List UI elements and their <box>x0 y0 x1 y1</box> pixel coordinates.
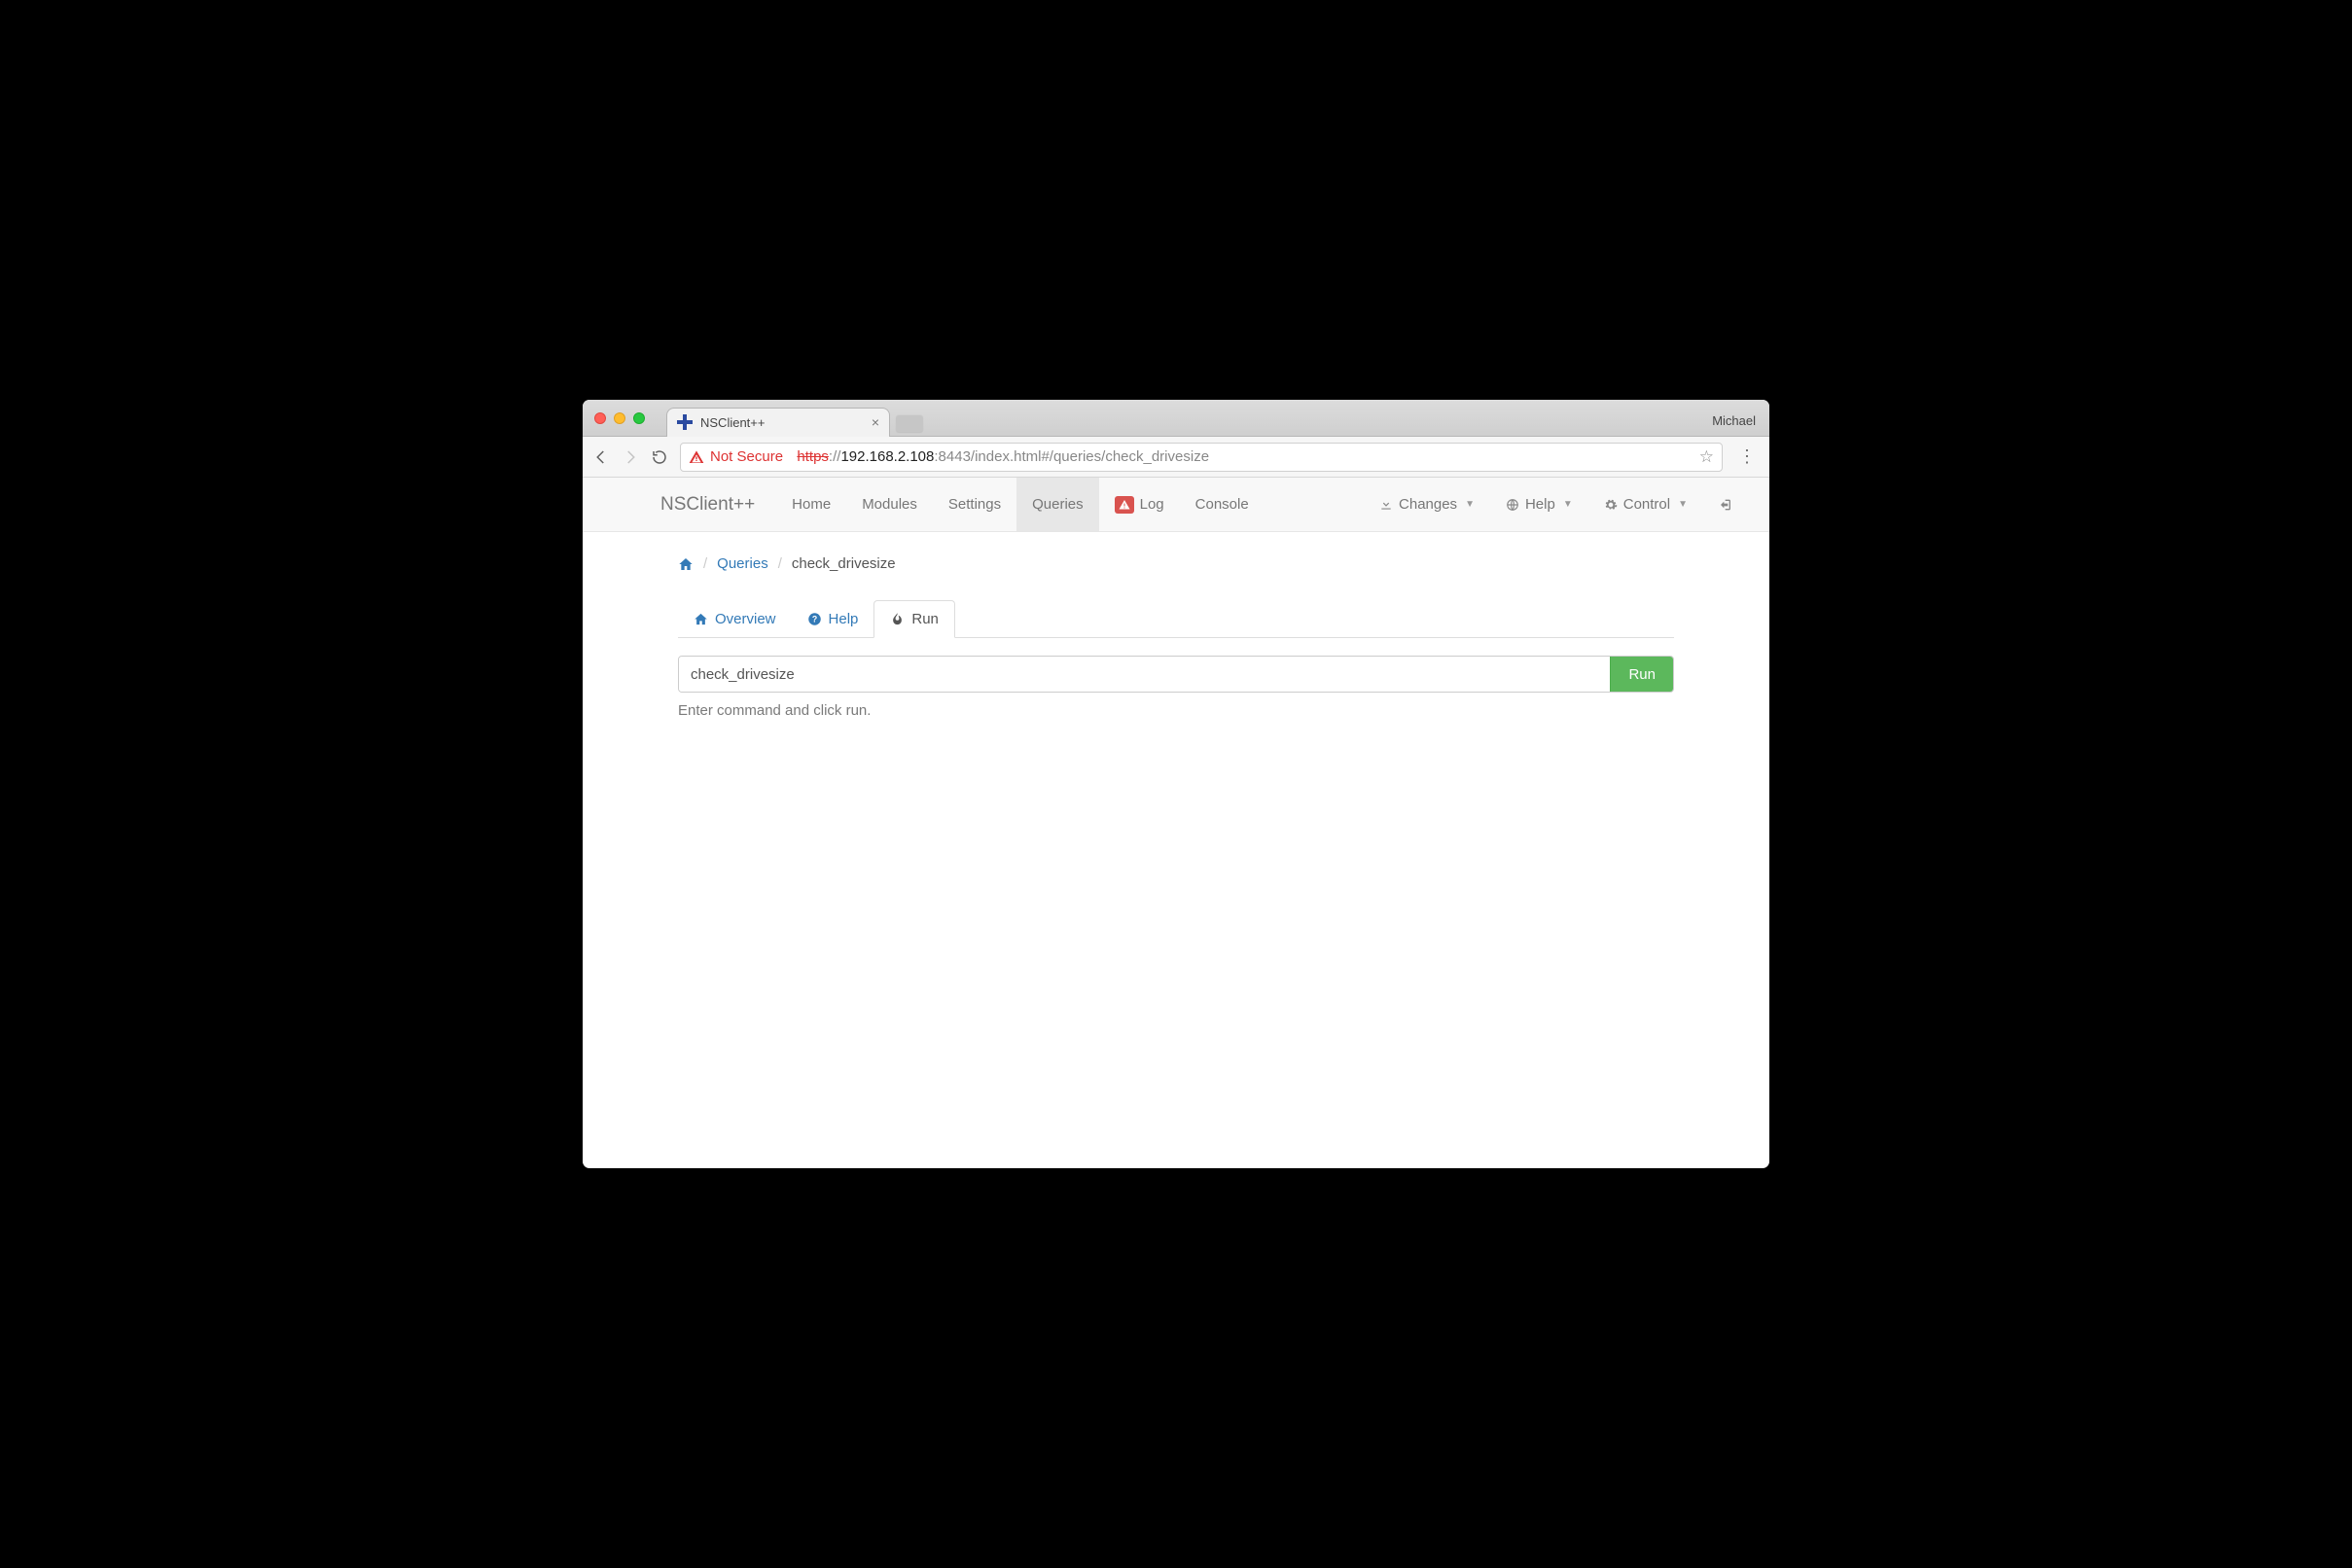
run-button[interactable]: Run <box>1610 657 1673 692</box>
nav-modules[interactable]: Modules <box>846 478 933 531</box>
window-zoom-button[interactable] <box>633 412 645 424</box>
window-controls <box>583 412 657 424</box>
browser-tab-bar: NSClient++ × Michael <box>583 400 1769 437</box>
breadcrumb-sep: / <box>703 555 707 572</box>
run-help-text: Enter command and click run. <box>678 702 1674 719</box>
warning-badge-icon <box>1115 496 1134 514</box>
window-close-button[interactable] <box>594 412 606 424</box>
nav-help[interactable]: Help▼ <box>1490 478 1588 531</box>
new-tab-button[interactable] <box>896 414 923 432</box>
nav-control[interactable]: Control▼ <box>1588 478 1703 531</box>
home-icon <box>694 612 708 626</box>
breadcrumb-home-icon[interactable] <box>678 556 694 572</box>
browser-window: NSClient++ × Michael Not Secure https://… <box>583 400 1769 1168</box>
command-input[interactable] <box>679 657 1610 692</box>
nav-home[interactable]: Home <box>776 478 846 531</box>
subtab-help[interactable]: ? Help <box>792 600 874 638</box>
subtab-run[interactable]: Run <box>873 600 955 638</box>
browser-toolbar: Not Secure https://192.168.2.108:8443/in… <box>583 437 1769 478</box>
app-navbar: NSClient++ Home Modules Settings Queries… <box>583 478 1769 532</box>
tab-close-icon[interactable]: × <box>872 414 879 430</box>
run-input-group: Run <box>678 656 1674 693</box>
back-button[interactable] <box>592 448 610 466</box>
bookmark-star-icon[interactable]: ☆ <box>1699 447 1714 467</box>
warning-triangle-icon <box>689 449 704 465</box>
not-secure-label: Not Secure <box>710 448 783 465</box>
breadcrumb-queries[interactable]: Queries <box>717 555 768 572</box>
forward-button <box>622 448 639 466</box>
reload-button[interactable] <box>651 448 668 466</box>
subtab-bar: Overview ? Help Run <box>678 599 1674 638</box>
window-minimize-button[interactable] <box>614 412 625 424</box>
breadcrumb-sep: / <box>778 555 782 572</box>
security-warning: Not Secure <box>689 448 783 465</box>
browser-menu-icon[interactable]: ⋮ <box>1734 446 1760 467</box>
logout-icon <box>1719 497 1734 513</box>
browser-tab-title: NSClient++ <box>700 415 864 430</box>
globe-icon <box>1506 498 1519 512</box>
nav-queries[interactable]: Queries <box>1016 478 1099 531</box>
svg-text:?: ? <box>811 615 816 624</box>
nav-logout[interactable] <box>1703 478 1750 531</box>
url-text: https://192.168.2.108:8443/index.html#/q… <box>789 448 1209 465</box>
breadcrumb: / Queries / check_drivesize <box>678 555 1674 572</box>
subtab-overview[interactable]: Overview <box>678 600 792 638</box>
page-content: / Queries / check_drivesize Overview ? H… <box>583 532 1769 1168</box>
nav-settings[interactable]: Settings <box>933 478 1016 531</box>
question-circle-icon: ? <box>807 612 822 626</box>
browser-tab[interactable]: NSClient++ × <box>666 408 890 437</box>
nav-log[interactable]: Log <box>1099 478 1180 531</box>
nav-changes[interactable]: Changes▼ <box>1364 478 1490 531</box>
brand-label[interactable]: NSClient++ <box>660 478 776 531</box>
gear-icon <box>1604 498 1618 512</box>
nav-console[interactable]: Console <box>1180 478 1265 531</box>
plus-favicon-icon <box>677 414 693 430</box>
breadcrumb-current: check_drivesize <box>792 555 896 572</box>
download-icon <box>1379 498 1393 512</box>
address-bar[interactable]: Not Secure https://192.168.2.108:8443/in… <box>680 443 1723 472</box>
fire-icon <box>890 612 905 626</box>
profile-label[interactable]: Michael <box>1712 413 1769 428</box>
